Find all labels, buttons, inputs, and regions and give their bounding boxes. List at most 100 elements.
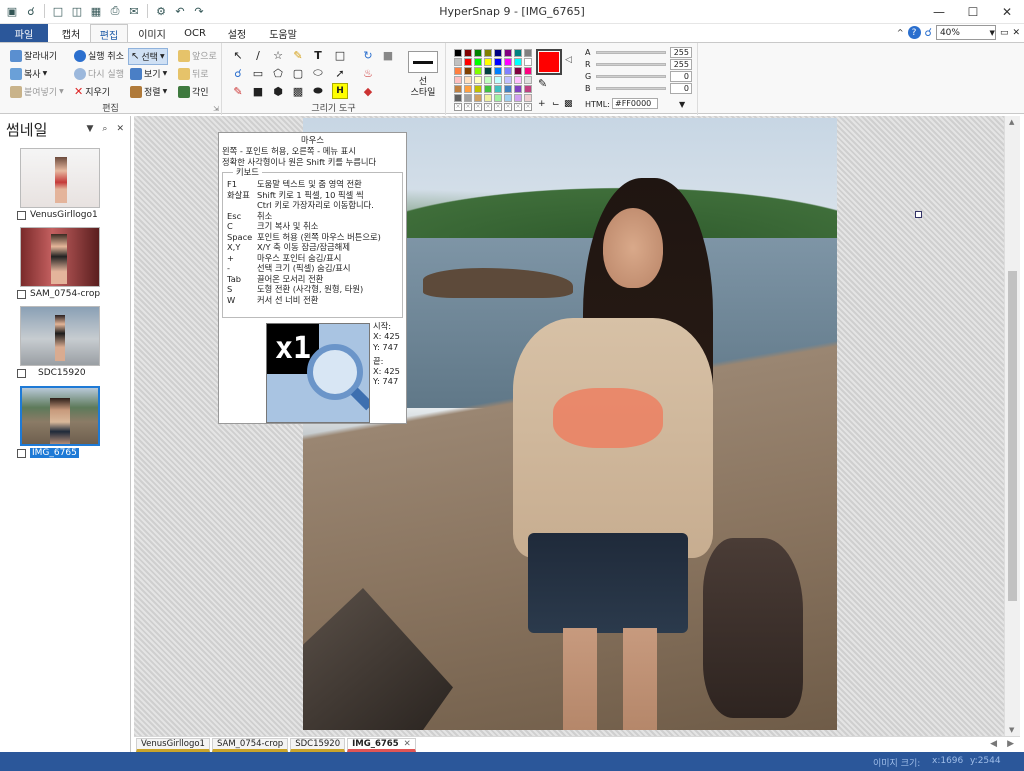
tab-image[interactable]: 이미지 xyxy=(132,24,172,42)
palette-swatch[interactable] xyxy=(524,49,532,57)
alpha-slider[interactable] xyxy=(596,51,666,54)
thumbnail-venusgirllogo1[interactable] xyxy=(20,148,100,208)
undo-button[interactable]: 실행 취소 xyxy=(74,49,124,62)
pointer-tool-icon[interactable]: ↖ xyxy=(230,47,246,63)
red-slider[interactable] xyxy=(596,63,666,66)
palette-swatch[interactable] xyxy=(464,67,472,75)
palette-swatch[interactable] xyxy=(514,67,522,75)
palette-swatch[interactable] xyxy=(464,85,472,93)
minimize-icon[interactable]: — xyxy=(922,0,956,24)
palette-swatch[interactable] xyxy=(484,76,492,84)
group-launcher-icon[interactable]: ⇲ xyxy=(213,105,219,113)
palette-swatch[interactable] xyxy=(504,49,512,57)
highlight-tool-icon[interactable]: H xyxy=(332,83,348,99)
blue-value[interactable]: 0 xyxy=(670,83,692,94)
filled-ellipse-tool-icon[interactable]: ⬬ xyxy=(310,83,326,99)
green-slider[interactable] xyxy=(596,75,666,78)
rounded-rect-tool-icon[interactable]: ▢ xyxy=(290,65,306,81)
cut-button[interactable]: 잘라내기 xyxy=(10,49,57,62)
stamp-tool-icon[interactable]: ◆ xyxy=(360,83,376,99)
doc-tab-sdc15920[interactable]: SDC15920 xyxy=(290,738,346,752)
doc-tab-sam-0754-crop[interactable]: SAM_0754-crop xyxy=(211,738,289,752)
eyedropper-icon[interactable]: ✎ xyxy=(538,77,547,90)
close-tab-icon[interactable]: ✕ xyxy=(404,739,411,749)
palette-swatch[interactable] xyxy=(454,49,462,57)
palette-swatch[interactable] xyxy=(464,58,472,66)
maximize-icon[interactable]: ☐ xyxy=(956,0,990,24)
tab-settings[interactable]: 설정 xyxy=(218,24,256,42)
marker-tool-icon[interactable]: ✎ xyxy=(230,83,246,99)
rectangle-tool-icon[interactable]: ▭ xyxy=(250,65,266,81)
palette-swatch[interactable] xyxy=(474,58,482,66)
html-color-field[interactable]: #FF0000 xyxy=(612,98,658,109)
palette-swatch[interactable] xyxy=(464,94,472,102)
palette-swatch[interactable] xyxy=(514,76,522,84)
doc-tab-img-6765[interactable]: IMG_6765 ✕ xyxy=(347,738,416,752)
palette-swatch[interactable] xyxy=(514,58,522,66)
close-doc-icon[interactable]: ✕ xyxy=(1012,28,1020,38)
zoom-select[interactable]: 40% ▼ xyxy=(935,25,996,40)
custom-color-slot[interactable]: × xyxy=(514,103,522,111)
redo-button[interactable]: 다시 실행 xyxy=(74,67,124,80)
vertical-scrollbar[interactable]: ▲ ▼ xyxy=(1004,116,1020,736)
palette-swatch[interactable] xyxy=(504,67,512,75)
pin-color-icon[interactable]: ⌙ xyxy=(552,99,560,109)
palette-swatch[interactable] xyxy=(514,49,522,57)
tab-ocr[interactable]: OCR xyxy=(176,24,214,42)
palette-swatch[interactable] xyxy=(524,85,532,93)
palette-swatch[interactable] xyxy=(484,85,492,93)
stamp-button[interactable]: 각인 xyxy=(178,85,209,98)
palette-swatch[interactable] xyxy=(504,58,512,66)
dropdown-icon[interactable]: ▼ xyxy=(86,124,93,134)
green-value[interactable]: 0 xyxy=(670,71,692,82)
palette-swatch[interactable] xyxy=(504,76,512,84)
swap-color-icon[interactable]: ◁ xyxy=(565,55,572,65)
tab-file[interactable]: 파일 xyxy=(0,24,48,42)
custom-color-slot[interactable]: × xyxy=(454,103,462,111)
rotate-tool-icon[interactable]: ↻ xyxy=(360,47,376,63)
palette-swatch[interactable] xyxy=(484,49,492,57)
palette-swatch[interactable] xyxy=(514,85,522,93)
palette-swatch[interactable] xyxy=(494,58,502,66)
copy-button[interactable]: 복사 ▼ xyxy=(10,67,47,80)
palette-swatch[interactable] xyxy=(524,94,532,102)
callout-tool-icon[interactable]: □ xyxy=(332,47,348,63)
custom-color-slot[interactable]: × xyxy=(464,103,472,111)
alpha-value[interactable]: 255 xyxy=(670,47,692,58)
palette-swatch[interactable] xyxy=(524,76,532,84)
palette-swatch[interactable] xyxy=(454,85,462,93)
add-color-icon[interactable]: + xyxy=(538,99,546,109)
line-tool-icon[interactable]: ∕ xyxy=(250,47,266,63)
custom-color-slot[interactable]: × xyxy=(524,103,532,111)
palette-swatch[interactable] xyxy=(484,67,492,75)
arrow-tool-icon[interactable]: ➚ xyxy=(332,65,348,81)
palette-swatch[interactable] xyxy=(484,58,492,66)
filled-rounded-rect-tool-icon[interactable]: ▩ xyxy=(290,83,306,99)
color-dialog-icon[interactable]: ▩ xyxy=(564,99,573,109)
thumbnail-img-6765[interactable] xyxy=(20,386,100,446)
palette-swatch[interactable] xyxy=(474,85,482,93)
zoom-icon[interactable]: ☌ xyxy=(925,26,932,39)
tab-edit[interactable]: 편집 xyxy=(90,24,128,43)
palette-swatch[interactable] xyxy=(474,76,482,84)
palette-swatch[interactable] xyxy=(494,67,502,75)
close-icon[interactable]: ✕ xyxy=(116,124,124,134)
palette-swatch[interactable] xyxy=(484,94,492,102)
view-button[interactable]: 보기 ▼ xyxy=(130,67,167,80)
tab-next-icon[interactable]: ▶ xyxy=(1007,739,1014,749)
current-color-swatch[interactable] xyxy=(536,49,562,75)
palette-swatch[interactable] xyxy=(494,94,502,102)
tab-help[interactable]: 도움말 xyxy=(262,24,304,42)
palette-swatch[interactable] xyxy=(474,49,482,57)
thumbnail-checkbox[interactable] xyxy=(17,368,26,378)
pin-icon[interactable]: ⌕ xyxy=(102,124,107,134)
bring-front-button[interactable]: 앞으로 xyxy=(178,49,217,62)
filled-polygon-tool-icon[interactable]: ⬢ xyxy=(270,83,286,99)
line-style-button[interactable]: 선 스타일 xyxy=(402,77,444,99)
thumbnail-sam-0754-crop[interactable] xyxy=(20,227,100,287)
palette-swatch[interactable] xyxy=(464,76,472,84)
align-button[interactable]: 정렬 ▼ xyxy=(130,85,167,98)
help-icon[interactable]: ? xyxy=(907,26,921,39)
doc-tab-venusgirllogo1[interactable]: VenusGirllogo1 xyxy=(136,738,210,752)
palette-swatch[interactable] xyxy=(454,76,462,84)
